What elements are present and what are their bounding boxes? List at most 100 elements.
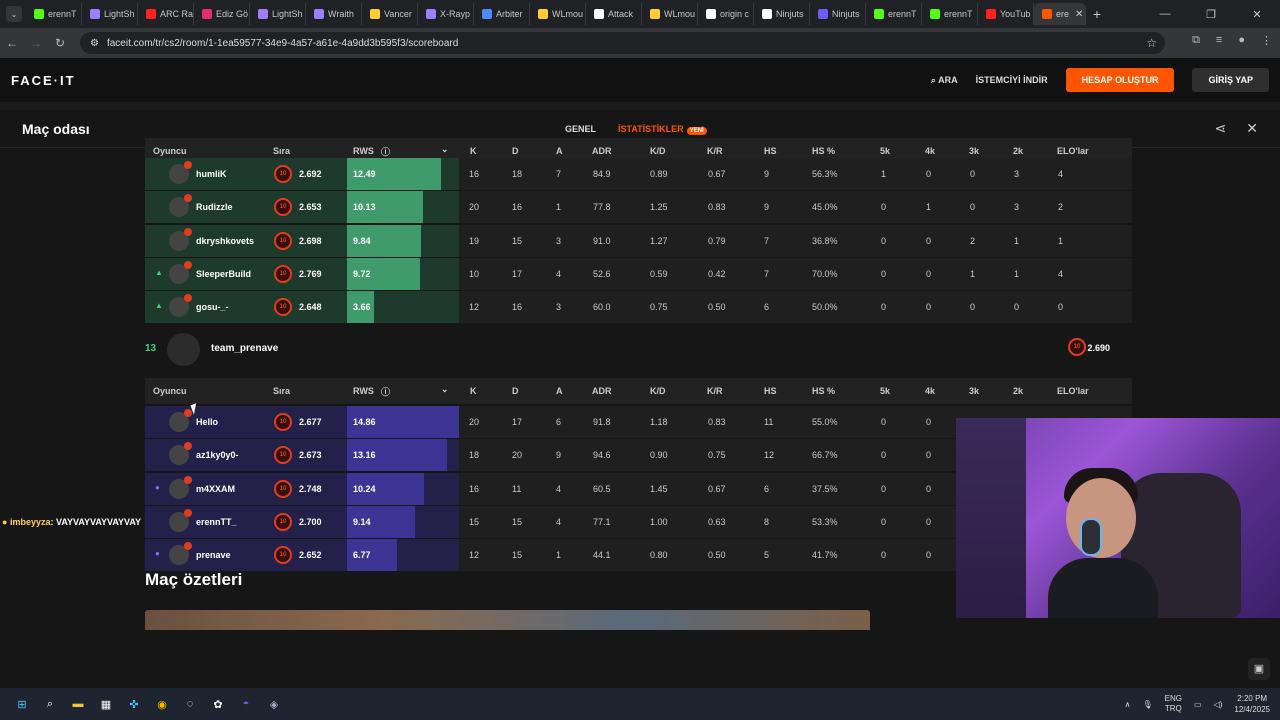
- signup-button[interactable]: HESAP OLUŞTUR: [1065, 68, 1175, 92]
- sort-chevron-icon[interactable]: ⌄: [441, 144, 449, 155]
- avatar[interactable]: [169, 442, 192, 466]
- browser-tab[interactable]: LightSh: [82, 3, 138, 25]
- new-tab-button[interactable]: +: [1086, 6, 1108, 22]
- player-elo: 2.653: [299, 202, 322, 213]
- player-name[interactable]: Hello: [196, 417, 218, 427]
- player-row[interactable]: ▲ gosu-_- 10 2.648 3.66 12 16 3 60.0 0.75 0.50 6 50.…: [145, 291, 1132, 324]
- search-label: ARA: [938, 74, 958, 85]
- rws-info-icon[interactable]: ⓘ: [381, 145, 390, 158]
- player-row[interactable]: Rudizzle 10 2.653 10.13 20 16 1 77.8 1.25 0.83 9 45…: [145, 191, 1132, 224]
- player-name[interactable]: dkryshkovets: [196, 236, 254, 246]
- tab-statistics[interactable]: İSTATİSTİKLER YENİ: [618, 124, 707, 135]
- player-name[interactable]: SleeperBuild: [196, 269, 251, 279]
- player-row[interactable]: ▲ SleeperBuild 10 2.769 9.72 10 17 4 52.6 0.59 0.4…: [145, 257, 1132, 290]
- minimize-icon[interactable]: —: [1142, 8, 1188, 21]
- player-name[interactable]: az1ky0y0-: [196, 450, 239, 460]
- sort-chevron-icon[interactable]: ⌄: [441, 384, 449, 395]
- browser-tab[interactable]: Ninjuts: [810, 3, 866, 25]
- back-icon[interactable]: ←: [0, 36, 24, 50]
- steam-icon[interactable]: ◈: [264, 694, 284, 714]
- chat-icon[interactable]: ▣: [1248, 658, 1270, 680]
- site-info-icon[interactable]: ⚙: [90, 38, 99, 49]
- browser-tab[interactable]: Ediz Gö: [194, 3, 250, 25]
- settings-icon[interactable]: ✿: [208, 694, 228, 714]
- browser-tab[interactable]: X-Rayp: [418, 3, 474, 25]
- skill-level-badge: 10: [274, 198, 292, 217]
- extensions-icon[interactable]: ⧉: [1192, 34, 1200, 47]
- display-icon[interactable]: ▭: [1194, 700, 1202, 709]
- tab-general[interactable]: GENEL: [565, 124, 596, 134]
- player-name[interactable]: erennTT_: [196, 517, 237, 527]
- avatar[interactable]: [169, 227, 192, 251]
- tray-chevron-icon[interactable]: ∧: [1125, 700, 1131, 709]
- close-window-icon[interactable]: ✕: [1234, 8, 1280, 21]
- player-name[interactable]: Rudizzle: [196, 202, 233, 212]
- browser-tab[interactable]: Ninjuts: [754, 3, 810, 25]
- avatar[interactable]: [169, 161, 192, 184]
- player-row[interactable]: dkryshkovets 10 2.698 9.84 19 15 3 91.0 1.27 0.79…: [145, 224, 1132, 257]
- browser-tab[interactable]: erennT: [922, 3, 978, 25]
- browser-tab[interactable]: LightSh: [250, 3, 306, 25]
- browser-tab[interactable]: Wraith: [306, 3, 362, 25]
- player-name[interactable]: humliK: [196, 169, 227, 179]
- chrome-icon[interactable]: ◉: [152, 694, 172, 714]
- faceit-logo[interactable]: FACE·IT: [11, 73, 76, 88]
- close-tab-icon[interactable]: ✕: [1075, 9, 1083, 20]
- avatar[interactable]: [169, 542, 192, 566]
- file-explorer-icon[interactable]: ▬: [68, 694, 88, 714]
- search-button[interactable]: ⌕ ARA: [931, 75, 958, 86]
- browser-tab[interactable]: erennT: [866, 3, 922, 25]
- browser-tab[interactable]: WLmou: [530, 3, 586, 25]
- browser-tab[interactable]: Arbiter: [474, 3, 530, 25]
- share-icon[interactable]: ⋖: [1215, 120, 1227, 137]
- team-name[interactable]: team_prenave: [211, 343, 278, 354]
- volume-icon[interactable]: ◁): [1214, 700, 1223, 709]
- url-field[interactable]: ⚙ faceit.com/tr/cs2/room/1-1ea59577-34e9…: [80, 32, 1165, 54]
- column-header-rws[interactable]: RWS: [353, 386, 374, 396]
- avatar[interactable]: [169, 294, 192, 318]
- close-icon[interactable]: ✕: [1246, 120, 1258, 137]
- player-row[interactable]: humliK 10 2.692 12.49 16 18 7 84.9 0.89 0.67 9 56.3…: [145, 158, 1132, 190]
- reload-icon[interactable]: ↻: [48, 36, 72, 50]
- tab-favicon-icon: [930, 9, 940, 19]
- browser-tab[interactable]: ere ✕: [1034, 3, 1086, 25]
- maximize-icon[interactable]: ❐: [1188, 8, 1234, 21]
- download-client-link[interactable]: İSTEMCİYİ İNDİR: [976, 75, 1048, 85]
- avatar[interactable]: [169, 409, 192, 432]
- player-name[interactable]: m4XXAM: [196, 484, 235, 494]
- discord-icon[interactable]: ◓: [236, 694, 256, 714]
- team-avatar[interactable]: [167, 333, 200, 366]
- media-icon[interactable]: ≡: [1216, 34, 1222, 47]
- store-icon[interactable]: ▦: [96, 694, 116, 714]
- column-header-rws[interactable]: RWS: [353, 146, 374, 156]
- browser-tab[interactable]: origin c: [698, 3, 754, 25]
- bookmark-star-icon[interactable]: ☆: [1146, 36, 1157, 50]
- player-name[interactable]: prenave: [196, 550, 231, 560]
- browser-tab[interactable]: WLmou: [642, 3, 698, 25]
- browser-tab[interactable]: erennT: [26, 3, 82, 25]
- highlight-thumbnail[interactable]: [145, 610, 870, 630]
- profile-avatar[interactable]: ●: [1238, 34, 1245, 47]
- network-app-icon[interactable]: ✜: [124, 694, 144, 714]
- player-name[interactable]: gosu-_-: [196, 302, 229, 312]
- avatar[interactable]: [169, 508, 192, 532]
- forward-icon[interactable]: →: [24, 36, 48, 50]
- browser-tab[interactable]: Attack: [586, 3, 642, 25]
- start-icon[interactable]: ⊞: [12, 694, 32, 714]
- menu-icon[interactable]: ⋮: [1261, 34, 1272, 47]
- search-icon[interactable]: ⌕: [40, 694, 60, 714]
- browser-tab[interactable]: YouTub: [978, 3, 1034, 25]
- rws-info-icon[interactable]: ⓘ: [381, 385, 390, 398]
- browser-tab[interactable]: ARC Ra: [138, 3, 194, 25]
- avatar[interactable]: [169, 194, 192, 218]
- language-indicator[interactable]: ENG TRQ: [1165, 694, 1182, 714]
- app-icon[interactable]: ◌: [180, 694, 200, 714]
- login-button[interactable]: GİRİŞ YAP: [1192, 68, 1269, 92]
- tab-list-button[interactable]: ⌄: [6, 6, 22, 22]
- avatar[interactable]: [169, 475, 192, 499]
- browser-tab[interactable]: Vancer: [362, 3, 418, 25]
- avatar[interactable]: [169, 260, 192, 284]
- tab-favicon-icon: [1042, 9, 1052, 19]
- mic-icon[interactable]: 🎙: [1143, 700, 1153, 709]
- clock[interactable]: 2:20 PM 12/4/2025: [1234, 693, 1270, 715]
